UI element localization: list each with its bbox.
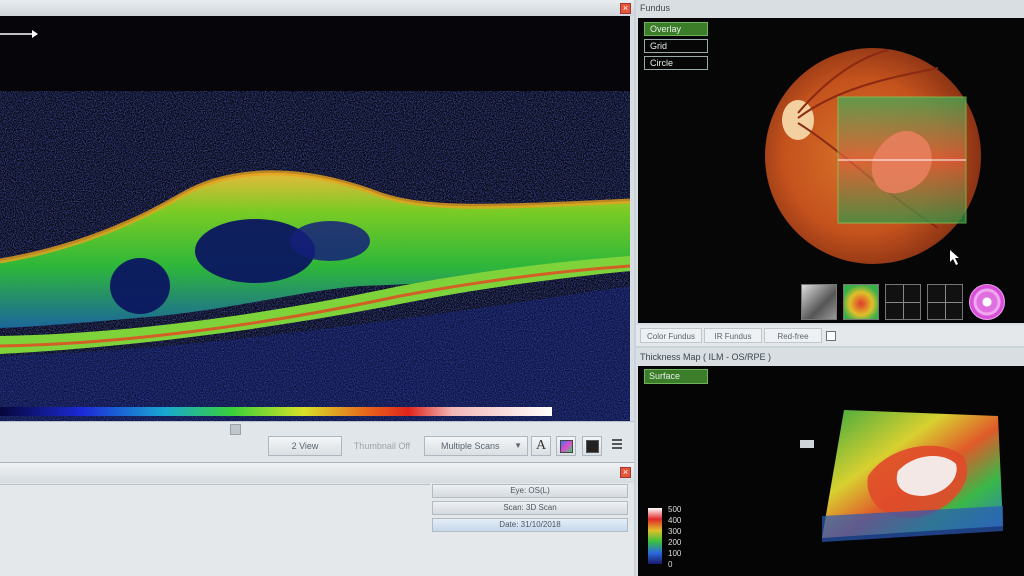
grayscale-button[interactable] [582, 436, 602, 456]
arrow-right-icon [32, 30, 38, 38]
scale-label-100: 100 [668, 549, 682, 558]
oct-bscan-graphic [0, 30, 630, 421]
eye-field: Eye: OS(L) [432, 484, 628, 498]
cursor-icon [950, 250, 959, 265]
text-tool-button[interactable]: A [531, 436, 551, 456]
color-palette-button[interactable] [556, 436, 576, 456]
date-field: Date: 31/10/2018 [432, 518, 628, 532]
two-view-button[interactable]: 2 View [268, 436, 342, 456]
scan-info-panel: × Eye: OS(L) Scan: 3D Scan Date: 31/10/2… [0, 462, 634, 576]
scans-select-value: Multiple Scans [441, 441, 500, 451]
scale-label-200: 200 [668, 538, 682, 547]
circle-option[interactable]: Circle [644, 56, 708, 70]
thumbnail-off-button[interactable]: Thumbnail Off [350, 436, 414, 456]
close-icon[interactable]: × [620, 467, 631, 478]
text-tool-label: A [535, 438, 547, 453]
grid-icon-h [928, 302, 962, 303]
grayscale-icon [585, 440, 599, 453]
scale-label-0: 0 [668, 560, 673, 569]
scans-select[interactable]: Multiple Scans ▼ [424, 436, 528, 456]
fundus-tabs: Color Fundus IR Fundus Red-free [636, 325, 1024, 346]
scale-label-300: 300 [668, 527, 682, 536]
thickness-color-scale [648, 508, 662, 564]
scale-label-500: 500 [668, 505, 682, 514]
thickness-map-panel: Thickness Map ( ILM - OS/RPE ) Surface 5… [636, 348, 1024, 576]
grid-option[interactable]: Grid [644, 39, 708, 53]
thickness-map-view[interactable]: Surface 500 400 300 200 100 0 [638, 366, 1024, 576]
bscan-toolbar: 2 View Thumbnail Off Multiple Scans ▼ A [0, 421, 634, 463]
fundus-panel-title: Fundus [640, 3, 671, 13]
thumbnail-bscan[interactable] [801, 284, 837, 320]
red-free-checkbox[interactable] [826, 331, 836, 341]
settings-icon[interactable] [612, 439, 622, 451]
scan-type-field: Scan: 3D Scan [432, 501, 628, 515]
optic-disc [782, 100, 814, 140]
thumbnail-grid-a[interactable] [885, 284, 921, 320]
overlay-option[interactable]: Overlay [644, 22, 708, 36]
tab-color-fundus[interactable]: Color Fundus [640, 328, 702, 343]
thumbnail-etdrs-circle[interactable] [969, 284, 1005, 320]
bscan-panel: × 2 View Thumbnail Off Multiple Scans ▼ … [0, 0, 634, 463]
grid-icon-h [886, 302, 920, 303]
close-icon[interactable]: × [620, 3, 631, 14]
fundus-panel: Fundus Overlay Grid Circle Color Fundus … [636, 0, 1024, 346]
info-divider [0, 484, 430, 485]
thickness-surface-3d [648, 410, 1003, 564]
intensity-color-bar [0, 407, 552, 416]
thickness-map-title: Thickness Map ( ILM - OS/RPE ) [640, 352, 772, 362]
oct-bscan-image[interactable] [0, 16, 630, 421]
fundus-view[interactable]: Overlay Grid Circle [638, 18, 1024, 323]
thumbnail-grid-b[interactable] [927, 284, 963, 320]
info-titlebar: × [0, 462, 634, 483]
tab-red-free[interactable]: Red-free [764, 328, 822, 343]
axis-marker-icon [800, 440, 814, 448]
chevron-down-icon: ▼ [514, 441, 522, 450]
palette-icon [559, 440, 573, 453]
scale-label-400: 400 [668, 516, 682, 525]
thumbnail-heatmap[interactable] [843, 284, 879, 320]
tab-ir-fundus[interactable]: IR Fundus [704, 328, 762, 343]
scroll-thumb[interactable] [230, 424, 241, 435]
bscan-titlebar: × [0, 0, 634, 16]
